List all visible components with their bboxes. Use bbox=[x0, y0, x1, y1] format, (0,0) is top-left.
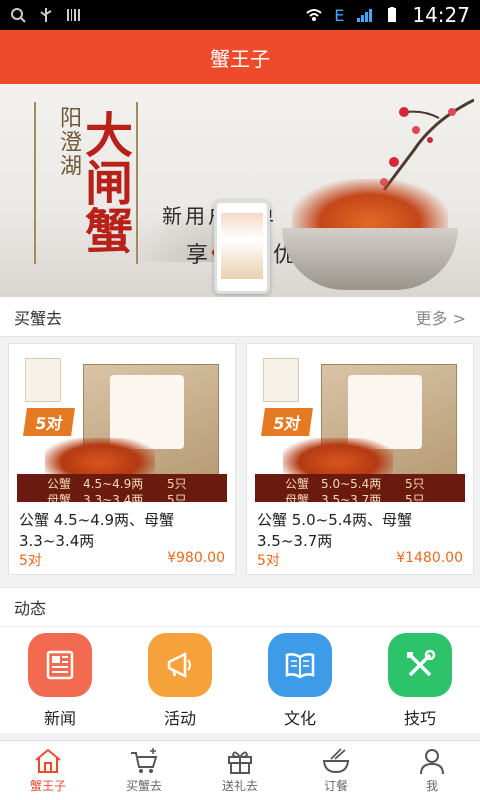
quick-link-label: 文化 bbox=[283, 709, 316, 728]
product-footer: 5对 ¥1480.00 bbox=[257, 550, 463, 570]
quick-link-events[interactable]: 活动 bbox=[135, 633, 225, 733]
tab-me[interactable]: 我 bbox=[384, 741, 480, 800]
news-section-title: 动态 bbox=[14, 599, 47, 618]
brand-logo bbox=[263, 358, 299, 402]
buy-section-title: 买蟹去 bbox=[14, 308, 63, 328]
bowl-image bbox=[282, 228, 458, 290]
app-header: 蟹王子 bbox=[0, 30, 480, 84]
promo-banner[interactable]: 阳澄湖 大闸蟹 新用户首单 享佰元优惠 bbox=[0, 84, 480, 297]
product-title: 公蟹 4.5~4.9两、母蟹 3.3~3.4两 bbox=[19, 511, 175, 550]
spec-table: 公蟹 4.5~4.9两 5只 母蟹 3.3~3.4两 5只 bbox=[17, 474, 227, 502]
more-link[interactable]: 更多 > bbox=[416, 305, 467, 329]
product-image: 5对 公蟹 4.5~4.9两 5只 母蟹 3.3~3.4两 5只 bbox=[17, 352, 227, 502]
product-price: ¥980.00 bbox=[167, 550, 225, 566]
quick-link-culture[interactable]: 文化 bbox=[255, 633, 345, 733]
product-image: 5对 公蟹 5.0~5.4两 5只 母蟹 3.5~3.7两 5只 bbox=[255, 352, 465, 502]
promo-prefix: 享 bbox=[186, 243, 212, 268]
network-type: E bbox=[334, 5, 345, 25]
user-icon bbox=[420, 749, 444, 775]
bowl-icon bbox=[322, 748, 350, 774]
home-icon bbox=[35, 748, 61, 773]
tab-buy[interactable]: 买蟹去 bbox=[96, 741, 192, 800]
page-title: 蟹王子 bbox=[210, 46, 270, 71]
bottom-tab-bar: 蟹王子 买蟹去 送礼去 订餐 我 bbox=[0, 740, 480, 800]
wifi-icon bbox=[306, 9, 322, 21]
newspaper-icon bbox=[28, 633, 92, 697]
product-footer: 5对 ¥980.00 bbox=[19, 550, 225, 570]
barcode-icon bbox=[67, 9, 80, 21]
crab-image bbox=[283, 438, 393, 478]
crab-image bbox=[45, 438, 155, 478]
tools-icon bbox=[388, 633, 452, 697]
pairs-badge: 5对 bbox=[261, 408, 313, 436]
book-icon bbox=[268, 633, 332, 697]
signal-icon bbox=[357, 9, 373, 22]
tab-label: 我 bbox=[425, 779, 438, 793]
banner-crab-title: 大闸蟹 bbox=[76, 110, 132, 254]
quick-link-label: 技巧 bbox=[403, 709, 436, 728]
news-section-header: 动态 bbox=[0, 587, 480, 627]
usb-icon bbox=[40, 8, 52, 22]
clock: 14:27 bbox=[412, 3, 470, 27]
quick-link-label: 活动 bbox=[163, 709, 196, 728]
gift-icon bbox=[228, 751, 252, 774]
phone-mockup-image bbox=[214, 200, 270, 294]
product-list: 5对 公蟹 4.5~4.9两 5只 母蟹 3.3~3.4两 5只 公蟹 4.5~4.9两… bbox=[0, 337, 480, 583]
tab-label: 买蟹去 bbox=[125, 779, 162, 793]
tab-label: 送礼去 bbox=[221, 779, 258, 793]
cart-icon bbox=[131, 748, 158, 773]
tab-label: 订餐 bbox=[323, 779, 348, 793]
status-bar: E 14:27 bbox=[0, 0, 480, 30]
quick-link-tips[interactable]: 技巧 bbox=[375, 633, 465, 733]
product-price: ¥1480.00 bbox=[396, 550, 463, 566]
product-pairs: 5对 bbox=[19, 553, 42, 569]
quick-links: 新闻 活动 文化 技巧 bbox=[0, 627, 480, 733]
tab-order[interactable]: 订餐 bbox=[288, 741, 384, 800]
tab-label: 蟹王子 bbox=[29, 779, 66, 793]
search-icon bbox=[11, 8, 26, 23]
product-title: 公蟹 5.0~5.4两、母蟹 3.5~3.7两 bbox=[257, 511, 413, 550]
quick-link-news[interactable]: 新闻 bbox=[15, 633, 105, 733]
megaphone-icon bbox=[148, 633, 212, 697]
battery-icon bbox=[388, 7, 397, 22]
tab-home[interactable]: 蟹王子 bbox=[0, 741, 96, 800]
spec-table: 公蟹 5.0~5.4两 5只 母蟹 3.5~3.7两 5只 bbox=[255, 474, 465, 502]
quick-link-label: 新闻 bbox=[43, 709, 76, 728]
product-card[interactable]: 5对 公蟹 4.5~4.9两 5只 母蟹 3.3~3.4两 5只 公蟹 4.5~4.9两… bbox=[8, 343, 236, 575]
product-pairs: 5对 bbox=[257, 553, 280, 569]
buy-section-header: 买蟹去 更多 > bbox=[0, 297, 480, 337]
brand-logo bbox=[25, 358, 61, 402]
product-card[interactable]: 5对 公蟹 5.0~5.4两 5只 母蟹 3.5~3.7两 5只 公蟹 5.0~5.4两… bbox=[246, 343, 474, 575]
pairs-badge: 5对 bbox=[23, 408, 75, 436]
tab-gift[interactable]: 送礼去 bbox=[192, 741, 288, 800]
